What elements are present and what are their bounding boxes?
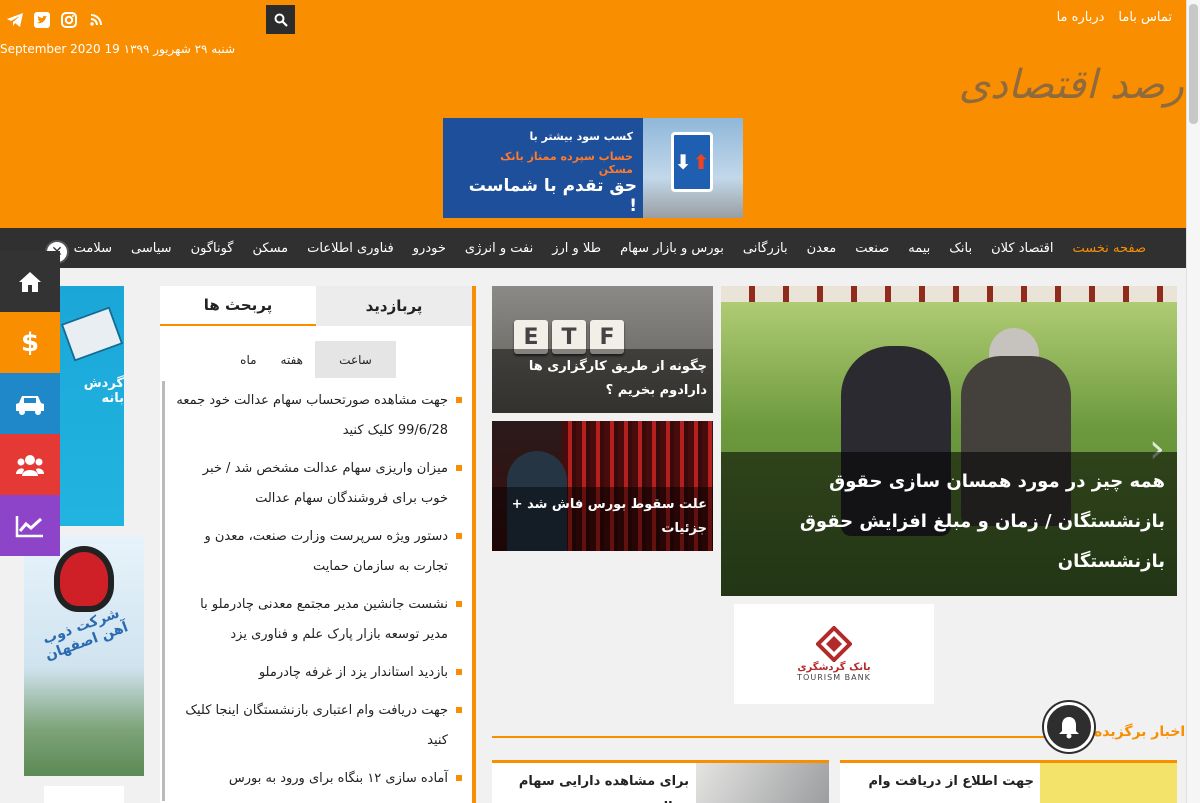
traffic-sign-icon: ⬇ ⬆ bbox=[671, 132, 713, 192]
contact-link[interactable]: تماس باما bbox=[1118, 10, 1172, 25]
list-item[interactable]: بازدید استاندار یزد از غرفه چادرملو bbox=[160, 656, 466, 694]
dollar-icon: $ bbox=[21, 329, 39, 357]
home-shortcut[interactable] bbox=[0, 251, 60, 312]
nav-housing[interactable]: مسکن bbox=[253, 241, 289, 256]
banner-line2: حساب سپرده ممتاز بانک مسکن bbox=[500, 150, 633, 176]
hero-slider[interactable]: › همه چیز در مورد همسان سازی حقوق بازنشس… bbox=[721, 286, 1177, 596]
popular-tabs-box: پربازدید پربحث ها ساعت هفته ماه جهت مشاه… bbox=[160, 286, 476, 803]
featured-image bbox=[1040, 763, 1177, 803]
banner-line3: حق تقدم با شماست ! bbox=[468, 176, 637, 216]
tourism-bank-en: TOURISM BANK bbox=[797, 673, 871, 682]
nav-politics[interactable]: سیاسی bbox=[131, 241, 172, 256]
tab-bar: پربازدید پربحث ها bbox=[160, 286, 472, 326]
featured-title[interactable]: جهت اطلاع از دریافت وام بدون bbox=[840, 769, 1034, 803]
telegram-icon[interactable] bbox=[6, 11, 24, 29]
site-logo[interactable]: رصد اقتصادی bbox=[959, 62, 1185, 108]
nav-industry[interactable]: صنعت bbox=[855, 241, 889, 256]
steel-emblem-icon bbox=[54, 546, 114, 612]
bottom-left-ad[interactable] bbox=[44, 786, 124, 803]
bell-icon bbox=[1059, 717, 1079, 739]
page-scrollbar[interactable] bbox=[1186, 0, 1200, 803]
notification-bell-button[interactable] bbox=[1044, 702, 1094, 752]
home-icon bbox=[19, 271, 41, 292]
period-month[interactable]: ماه bbox=[228, 341, 268, 378]
instagram-icon[interactable] bbox=[60, 11, 78, 29]
stock-shortcut[interactable] bbox=[0, 495, 60, 556]
users-icon bbox=[16, 454, 44, 476]
social-links bbox=[6, 11, 105, 29]
nav-stock-market[interactable]: بورس و بازار سهام bbox=[620, 241, 724, 256]
nav-gold-currency[interactable]: طلا و ارز bbox=[552, 241, 601, 256]
featured-card[interactable]: جهت اطلاع از دریافت وام بدون bbox=[840, 760, 1177, 803]
period-tabs: ساعت هفته ماه bbox=[228, 341, 396, 378]
period-week[interactable]: هفته bbox=[269, 341, 315, 378]
economy-shortcut[interactable]: $ bbox=[0, 312, 60, 373]
list-item[interactable]: نشست جانشین مدیر مجتمع معدنی چادرملو با … bbox=[160, 588, 466, 656]
tourism-bank-name: بانک گردشگری bbox=[797, 662, 871, 673]
tourism-bank-ad[interactable]: بانک گردشگری TOURISM BANK bbox=[734, 604, 934, 704]
news-card-title[interactable]: چگونه از طریق کارگزاری ها دارادوم بخریم … bbox=[492, 349, 713, 413]
search-button[interactable] bbox=[266, 5, 295, 34]
tab-most-viewed[interactable]: پربازدید bbox=[316, 286, 472, 326]
hero-title[interactable]: همه چیز در مورد همسان سازی حقوق بازنشستگ… bbox=[721, 452, 1177, 596]
pos-ad[interactable]: گردش بانه bbox=[60, 286, 124, 526]
rss-icon[interactable] bbox=[87, 11, 105, 29]
list-item[interactable]: میزان واریزی سهام عدالت مشخص شد / خبر خو… bbox=[160, 452, 466, 520]
list-item[interactable]: دستور ویژه سرپرست وزارت صنعت، معدن و تجا… bbox=[160, 520, 466, 588]
nav-bank[interactable]: بانک bbox=[949, 241, 972, 256]
featured-image bbox=[696, 763, 829, 803]
featured-title[interactable]: برای مشاهده دارایی سهام عدالت bbox=[492, 769, 689, 803]
nav-mining[interactable]: معدن bbox=[807, 241, 837, 256]
featured-card[interactable]: برای مشاهده دارایی سهام عدالت bbox=[492, 760, 829, 803]
tab-most-discussed[interactable]: پربحث ها bbox=[160, 286, 316, 326]
about-link[interactable]: درباره ما bbox=[1057, 10, 1105, 25]
list-item[interactable]: جهت مشاهده صورتحساب سهام عدالت خود جمعه … bbox=[160, 384, 466, 452]
nav-misc[interactable]: گوناگون bbox=[191, 241, 234, 256]
isfahan-steel-ad[interactable]: شرکت ذوب آهن اصفهان bbox=[24, 536, 144, 776]
nav-health[interactable]: سلامت bbox=[74, 241, 112, 256]
top-nav: تماس باما درباره ما bbox=[1057, 10, 1172, 25]
latest-news-title: اخبار برگزیده bbox=[1094, 724, 1186, 740]
twitter-icon[interactable] bbox=[33, 11, 51, 29]
bench-image bbox=[721, 286, 1177, 302]
nav-insurance[interactable]: بیمه bbox=[908, 241, 930, 256]
popular-list: جهت مشاهده صورتحساب سهام عدالت خود جمعه … bbox=[160, 384, 466, 800]
section-divider bbox=[492, 736, 1092, 738]
floating-category-bar: $ bbox=[0, 251, 60, 556]
list-item[interactable]: جهت دریافت وام اعتباری بازنشستگان اینجا … bbox=[160, 694, 466, 762]
search-icon bbox=[274, 13, 288, 27]
bank-maskan-banner[interactable]: ⬇ ⬆ کسب سود بیشتر با حساب سپرده ممتاز بان… bbox=[443, 118, 743, 218]
news-card-bourse[interactable]: علت سقوط بورس فاش شد + جزئیات bbox=[492, 421, 713, 551]
nav-it[interactable]: فناوری اطلاعات bbox=[307, 241, 394, 256]
tourism-bank-logo-icon bbox=[816, 626, 852, 662]
scrollbar-thumb[interactable] bbox=[1189, 4, 1198, 124]
nav-home[interactable]: صفحه نخست bbox=[1073, 241, 1146, 256]
pos-ad-text: گردش بانه bbox=[83, 376, 124, 406]
pos-card-image bbox=[60, 306, 124, 362]
nav-commerce[interactable]: بازرگانی bbox=[743, 241, 788, 256]
svg-text:$: $ bbox=[21, 329, 39, 357]
period-hour[interactable]: ساعت bbox=[315, 341, 396, 378]
news-card-title[interactable]: علت سقوط بورس فاش شد + جزئیات bbox=[492, 487, 713, 551]
nav-macro-economy[interactable]: اقتصاد کلان bbox=[991, 241, 1053, 256]
banner-line1: کسب سود بیشتر با bbox=[529, 130, 634, 143]
society-shortcut[interactable] bbox=[0, 434, 60, 495]
news-card-etf[interactable]: E T F چگونه از طریق کارگزاری ها دارادوم … bbox=[492, 286, 713, 413]
nav-oil-energy[interactable]: نفت و انرژی bbox=[465, 241, 533, 256]
chart-line-icon bbox=[15, 515, 43, 537]
auto-shortcut[interactable] bbox=[0, 373, 60, 434]
list-item[interactable]: آماده سازی ۱۲ بنگاه برای ورود به بورس bbox=[160, 762, 466, 800]
car-icon bbox=[16, 395, 44, 415]
nav-auto[interactable]: خودرو bbox=[413, 241, 446, 256]
header-date: شنبه ۲۹ شهریور ۱۳۹۹ 19 September 2020 bbox=[0, 42, 236, 56]
main-nav: صفحه نخست اقتصاد کلان بانک بیمه صنعت معد… bbox=[0, 228, 1186, 268]
